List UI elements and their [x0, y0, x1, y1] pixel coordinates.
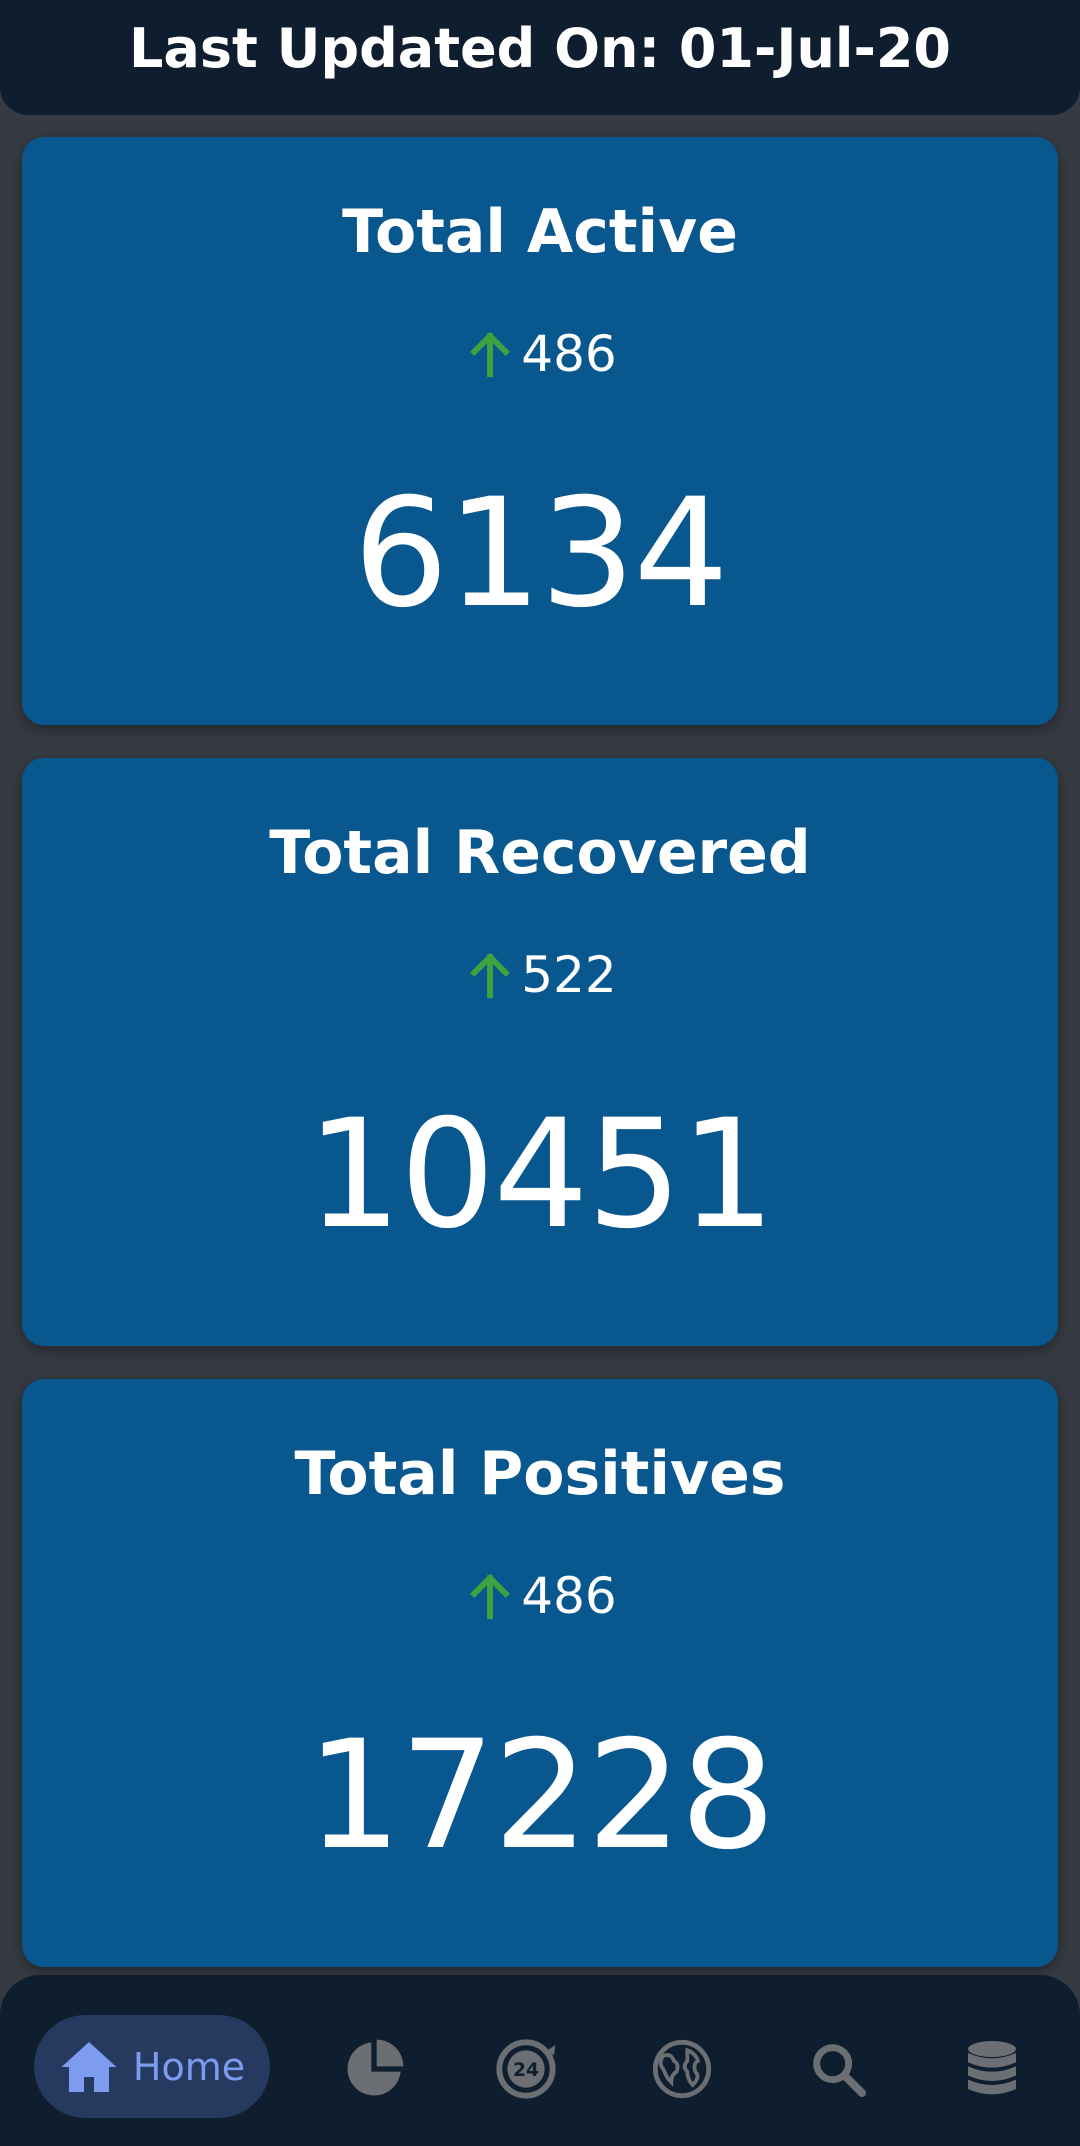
- bottom-navigation: Home 24: [0, 1975, 1080, 2146]
- svg-text:24: 24: [513, 2060, 539, 2081]
- card-title: Total Positives: [294, 1439, 786, 1509]
- 24-hours-icon[interactable]: 24: [494, 2037, 558, 2101]
- total-active-card: Total Active 486 6134: [22, 137, 1058, 725]
- delta-value: 486: [521, 325, 617, 383]
- database-icon[interactable]: [960, 2037, 1024, 2101]
- nav-home-button[interactable]: Home: [34, 2015, 270, 2118]
- arrow-up-icon: [470, 1573, 511, 1620]
- delta-indicator: 522: [22, 946, 1058, 1004]
- card-value: 10451: [306, 1088, 775, 1262]
- last-updated-title: Last Updated On: 01-Jul-20: [129, 17, 951, 80]
- card-title: Total Recovered: [269, 818, 811, 888]
- total-positives-card: Total Positives 486 17228: [22, 1379, 1058, 1967]
- delta-indicator: 486: [22, 1567, 1058, 1625]
- delta-value: 522: [521, 946, 617, 1004]
- card-value: 6134: [353, 467, 729, 641]
- delta-indicator: 486: [22, 325, 1058, 383]
- arrow-up-icon: [470, 952, 511, 999]
- total-recovered-card: Total Recovered 522 10451: [22, 758, 1058, 1346]
- arrow-up-icon: [470, 331, 511, 378]
- pie-chart-icon[interactable]: [342, 2037, 406, 2101]
- search-icon[interactable]: [806, 2037, 870, 2101]
- card-title: Total Active: [342, 197, 738, 267]
- globe-icon[interactable]: [650, 2037, 714, 2101]
- nav-home-label: Home: [132, 2044, 246, 2089]
- header-bar: Last Updated On: 01-Jul-20: [0, 0, 1080, 115]
- card-value: 17228: [306, 1709, 775, 1883]
- home-icon: [61, 2041, 117, 2092]
- delta-value: 486: [521, 1567, 617, 1625]
